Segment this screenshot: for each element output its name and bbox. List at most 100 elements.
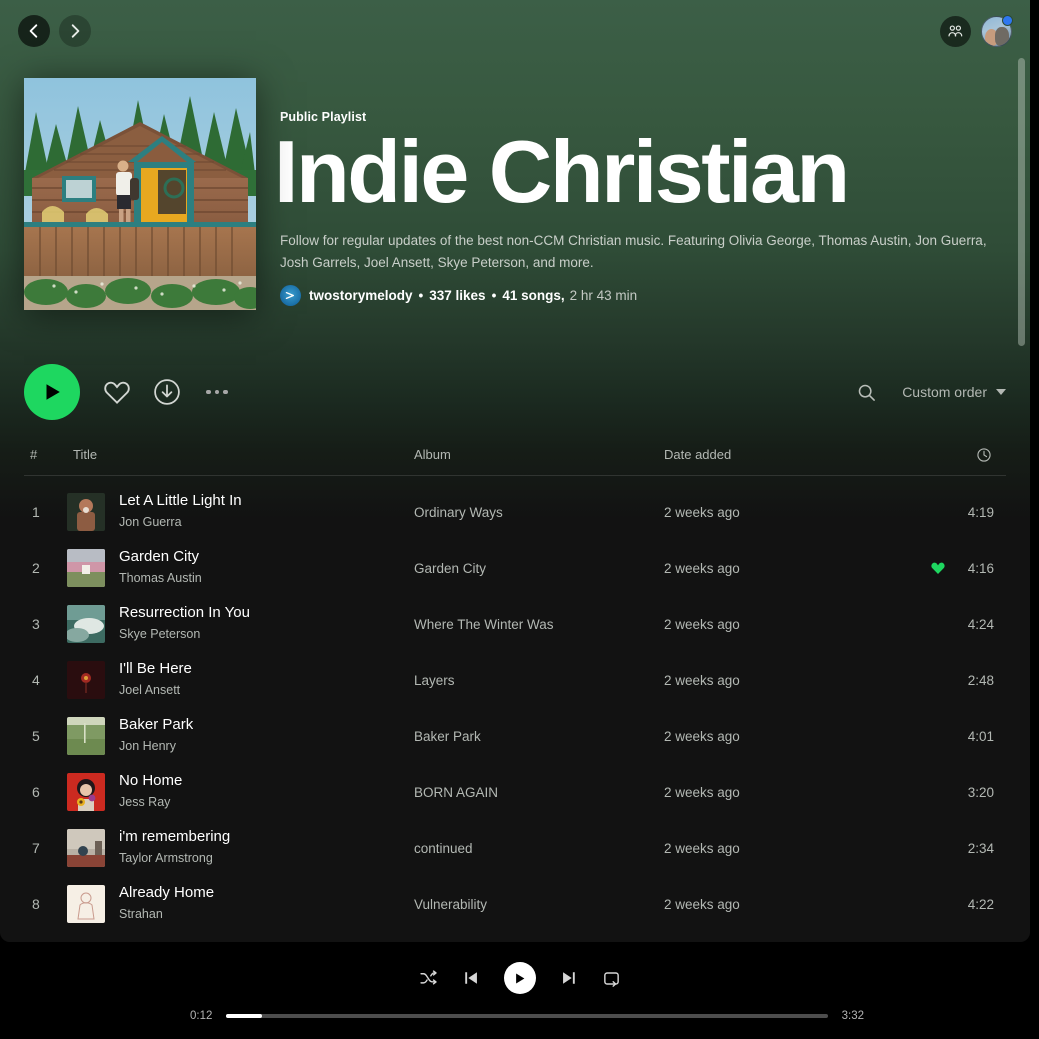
track-like-button[interactable] (930, 784, 946, 800)
track-number: 7 (32, 840, 40, 856)
track-date-added: 2 weeks ago (664, 728, 740, 744)
track-title: I'll Be Here (119, 660, 192, 678)
track-like-button[interactable] (930, 560, 946, 576)
table-row[interactable]: 2 Garden City Thomas Austin Garden City 2 we… (24, 540, 1006, 596)
more-options-button[interactable] (200, 375, 234, 409)
scrollbar-thumb[interactable] (1018, 58, 1025, 346)
track-duration: 2:34 (967, 840, 994, 856)
track-artist[interactable]: Jess Ray (119, 793, 182, 812)
repeat-button[interactable] (602, 969, 621, 988)
playlist-owner-link[interactable]: twostorymelody (309, 288, 413, 303)
track-album[interactable]: Baker Park (414, 729, 664, 744)
table-row[interactable]: 7 i'm remembering Taylor Armstrong continue… (24, 820, 1006, 876)
track-end-cell: 4:22 (914, 896, 1006, 912)
album-art-thumbnail (67, 773, 105, 811)
track-end-cell: 2:34 (914, 840, 1006, 856)
track-end-cell: 3:20 (914, 784, 1006, 800)
download-playlist-button[interactable] (150, 375, 184, 409)
sort-order-dropdown[interactable]: Custom order (902, 384, 1006, 400)
track-title: Let A Little Light In (119, 492, 242, 510)
like-playlist-button[interactable] (100, 375, 134, 409)
track-album[interactable]: Layers (414, 673, 664, 688)
track-date-added: 2 weeks ago (664, 784, 740, 800)
track-number: 1 (32, 504, 40, 520)
track-like-button[interactable] (930, 728, 946, 744)
top-right-actions (940, 14, 1013, 47)
shuffle-button[interactable] (419, 969, 438, 988)
track-duration: 4:24 (967, 616, 994, 632)
table-row[interactable]: 3 Resurrection In You Skye Peterson Where T… (24, 596, 1006, 652)
log-cabin-photo (24, 78, 256, 310)
track-number: 3 (32, 616, 40, 632)
back-button[interactable] (18, 15, 50, 47)
forward-button[interactable] (59, 15, 91, 47)
track-artist[interactable]: Jon Henry (119, 737, 193, 756)
track-number: 5 (32, 728, 40, 744)
elapsed-time: 0:12 (190, 1010, 213, 1022)
album-art-thumbnail (67, 493, 105, 531)
track-duration: 2:48 (967, 672, 994, 688)
player-controls (0, 942, 1039, 994)
track-list: # Title Album Date added 1 Let A Little L… (0, 440, 1030, 932)
table-row[interactable]: 1 Let A Little Light In Jon Guerra Ordinary… (24, 484, 1006, 540)
table-row[interactable]: 5 Baker Park Jon Henry Baker Park 2 weeks ag… (24, 708, 1006, 764)
track-album[interactable]: continued (414, 841, 664, 856)
track-end-cell: 4:01 (914, 728, 1006, 744)
next-track-button[interactable] (560, 969, 578, 987)
total-time: 3:32 (841, 1010, 864, 1022)
table-row[interactable]: 8 Already Home Strahan Vulnerability 2 weeks… (24, 876, 1006, 932)
play-playlist-button[interactable] (24, 364, 80, 420)
table-row[interactable]: 6 No Home Jess Ray BORN AGAIN 2 weeks ago 3:2… (24, 764, 1006, 820)
track-end-cell: 4:16 (914, 560, 1006, 576)
album-art-thumbnail (67, 605, 105, 643)
track-artist[interactable]: Joel Ansett (119, 681, 192, 700)
progress-bar[interactable] (226, 1014, 828, 1018)
album-art-thumbnail (67, 885, 105, 923)
shuffle-icon (419, 969, 437, 985)
track-artist[interactable]: Taylor Armstrong (119, 849, 230, 868)
track-artist[interactable]: Jon Guerra (119, 513, 242, 532)
track-artist[interactable]: Skye Peterson (119, 625, 250, 644)
column-header-number: # (30, 447, 38, 462)
table-row[interactable]: 4 I'll Be Here Joel Ansett Layers 2 weeks ag… (24, 652, 1006, 708)
track-title-cell: Garden City Thomas Austin (52, 548, 414, 588)
play-pause-button[interactable] (503, 962, 536, 994)
chevron-right-icon (71, 24, 80, 38)
track-album[interactable]: Ordinary Ways (414, 505, 664, 520)
column-header-album: Album (414, 447, 451, 462)
track-like-button[interactable] (930, 672, 946, 688)
track-duration: 4:01 (967, 728, 994, 744)
track-like-button[interactable] (930, 504, 946, 520)
previous-track-button[interactable] (462, 969, 480, 987)
track-duration: 4:19 (967, 504, 994, 520)
track-like-button[interactable] (930, 840, 946, 856)
track-like-button[interactable] (930, 616, 946, 632)
track-title: Garden City (119, 548, 200, 566)
column-header-duration (914, 447, 1006, 463)
track-album[interactable]: BORN AGAIN (414, 785, 664, 800)
column-header-title: Title (73, 447, 98, 462)
search-in-playlist-button[interactable] (857, 383, 876, 402)
playlist-cover-image[interactable] (24, 78, 256, 310)
playlist-stats: twostorymelody • 337 likes • 41 songs, 2… (280, 285, 1008, 306)
track-title: Resurrection In You (119, 604, 250, 622)
play-icon (46, 384, 60, 400)
download-circle-icon (154, 379, 180, 405)
friends-activity-button[interactable] (940, 15, 971, 47)
playlist-action-toolbar: Custom order (0, 355, 1030, 429)
album-art-thumbnail (67, 661, 105, 699)
heart-outline-icon (104, 381, 130, 404)
track-album[interactable]: Garden City (414, 561, 664, 576)
track-artist[interactable]: Strahan (119, 905, 214, 924)
track-album[interactable]: Where The Winter Was (414, 617, 664, 632)
track-like-button[interactable] (930, 896, 946, 912)
more-options-icon (206, 389, 228, 395)
liked-heart-icon (931, 562, 945, 574)
track-number: 8 (32, 896, 40, 912)
playlist-likes: 337 likes (429, 288, 486, 303)
track-number: 6 (32, 784, 40, 800)
page-title: Indie Christian (274, 122, 850, 222)
track-artist[interactable]: Thomas Austin (119, 569, 202, 588)
track-album[interactable]: Vulnerability (414, 897, 664, 912)
user-avatar-button[interactable] (981, 14, 1013, 47)
